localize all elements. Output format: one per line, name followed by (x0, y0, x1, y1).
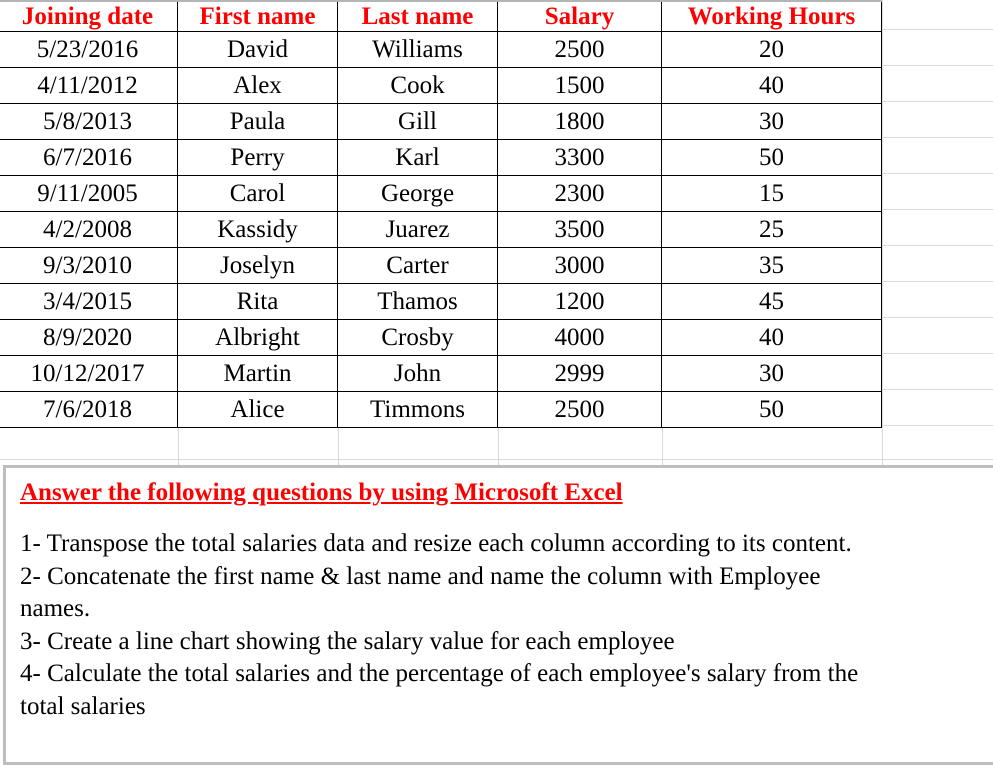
last-name-cell[interactable]: Cook (337, 67, 498, 104)
last-name-cell[interactable]: Timmons (337, 391, 498, 428)
last-name-cell[interactable]: Juarez (337, 211, 498, 248)
header-working-hours[interactable]: Working Hours (661, 0, 882, 32)
salary-cell[interactable]: 3300 (497, 139, 662, 176)
last-name-cell[interactable]: Gill (337, 103, 498, 140)
last-name-cell[interactable]: Crosby (337, 319, 498, 356)
first-name-cell[interactable]: Rita (177, 283, 338, 320)
joining-date-cell[interactable]: 4/2/2008 (0, 211, 178, 248)
header-row: Joining date First name Last name Salary… (0, 0, 882, 32)
working-hours-cell[interactable]: 50 (661, 391, 882, 428)
first-name-cell[interactable]: Carol (177, 175, 338, 212)
joining-date-cell[interactable]: 3/4/2015 (0, 283, 178, 320)
last-name-cell[interactable]: Karl (337, 139, 498, 176)
joining-date-cell[interactable]: 4/11/2012 (0, 67, 178, 104)
salary-cell[interactable]: 2500 (497, 31, 662, 68)
salary-cell[interactable]: 1200 (497, 283, 662, 320)
table-row: 4/11/2012 Alex Cook 1500 40 (0, 67, 882, 104)
question-line: 4- Calculate the total salaries and the … (20, 660, 859, 687)
employee-table: Joining date First name Last name Salary… (0, 0, 882, 428)
working-hours-cell[interactable]: 50 (661, 139, 882, 176)
joining-date-cell[interactable]: 8/9/2020 (0, 319, 178, 356)
question-line: 1- Transpose the total salaries data and… (20, 530, 852, 557)
joining-date-cell[interactable]: 5/23/2016 (0, 31, 178, 68)
first-name-cell[interactable]: Paula (177, 103, 338, 140)
working-hours-cell[interactable]: 25 (661, 211, 882, 248)
table-row: 10/12/2017 Martin John 2999 30 (0, 355, 882, 392)
questions-title: Answer the following questions by using … (20, 479, 623, 506)
working-hours-cell[interactable]: 20 (661, 31, 882, 68)
first-name-cell[interactable]: Perry (177, 139, 338, 176)
gridline (0, 459, 993, 460)
header-last-name[interactable]: Last name (337, 0, 498, 32)
header-first-name[interactable]: First name (177, 0, 338, 32)
working-hours-cell[interactable]: 35 (661, 247, 882, 284)
working-hours-cell[interactable]: 45 (661, 283, 882, 320)
joining-date-cell[interactable]: 10/12/2017 (0, 355, 178, 392)
first-name-cell[interactable]: Joselyn (177, 247, 338, 284)
first-name-cell[interactable]: Alex (177, 67, 338, 104)
working-hours-cell[interactable]: 15 (661, 175, 882, 212)
working-hours-cell[interactable]: 30 (661, 355, 882, 392)
question-line: 3- Create a line chart showing the salar… (20, 627, 675, 655)
first-name-cell[interactable]: Kassidy (177, 211, 338, 248)
joining-date-cell[interactable]: 9/3/2010 (0, 247, 178, 284)
salary-cell[interactable]: 4000 (497, 319, 662, 356)
working-hours-cell[interactable]: 40 (661, 67, 882, 104)
joining-date-cell[interactable]: 6/7/2016 (0, 139, 178, 176)
first-name-cell[interactable]: Alice (177, 391, 338, 428)
first-name-cell[interactable]: Martin (177, 355, 338, 392)
table-row: 6/7/2016 Perry Karl 3300 50 (0, 139, 882, 176)
working-hours-cell[interactable]: 40 (661, 319, 882, 356)
table-row: 8/9/2020 Albright Crosby 4000 40 (0, 319, 882, 356)
table-row: 5/23/2016 David Williams 2500 20 (0, 31, 882, 68)
salary-cell[interactable]: 2300 (497, 175, 662, 212)
table-row: 9/11/2005 Carol George 2300 15 (0, 175, 882, 212)
salary-cell[interactable]: 2999 (497, 355, 662, 392)
question-line: 2- Concatenate the first name & last nam… (20, 562, 821, 590)
question-line: names. (20, 595, 91, 622)
salary-cell[interactable]: 1500 (497, 67, 662, 104)
table-row: 5/8/2013 Paula Gill 1800 30 (0, 103, 882, 140)
salary-cell[interactable]: 3500 (497, 211, 662, 248)
joining-date-cell[interactable]: 7/6/2018 (0, 391, 178, 428)
header-joining-date[interactable]: Joining date (0, 0, 178, 32)
last-name-cell[interactable]: George (337, 175, 498, 212)
question-line: total salaries (20, 692, 146, 720)
first-name-cell[interactable]: Albright (177, 319, 338, 356)
joining-date-cell[interactable]: 9/11/2005 (0, 175, 178, 212)
last-name-cell[interactable]: Thamos (337, 283, 498, 320)
working-hours-cell[interactable]: 30 (661, 103, 882, 140)
table-row: 4/2/2008 Kassidy Juarez 3500 25 (0, 211, 882, 248)
questions-textbox[interactable]: Answer the following questions by using … (3, 465, 993, 765)
salary-cell[interactable]: 3000 (497, 247, 662, 284)
salary-cell[interactable]: 2500 (497, 391, 662, 428)
salary-cell[interactable]: 1800 (497, 103, 662, 140)
first-name-cell[interactable]: David (177, 31, 338, 68)
table-row: 9/3/2010 Joselyn Carter 3000 35 (0, 247, 882, 284)
table-row: 7/6/2018 Alice Timmons 2500 50 (0, 391, 882, 428)
last-name-cell[interactable]: John (337, 355, 498, 392)
joining-date-cell[interactable]: 5/8/2013 (0, 103, 178, 140)
last-name-cell[interactable]: Williams (337, 31, 498, 68)
last-name-cell[interactable]: Carter (337, 247, 498, 284)
header-salary[interactable]: Salary (497, 0, 662, 32)
table-row: 3/4/2015 Rita Thamos 1200 45 (0, 283, 882, 320)
